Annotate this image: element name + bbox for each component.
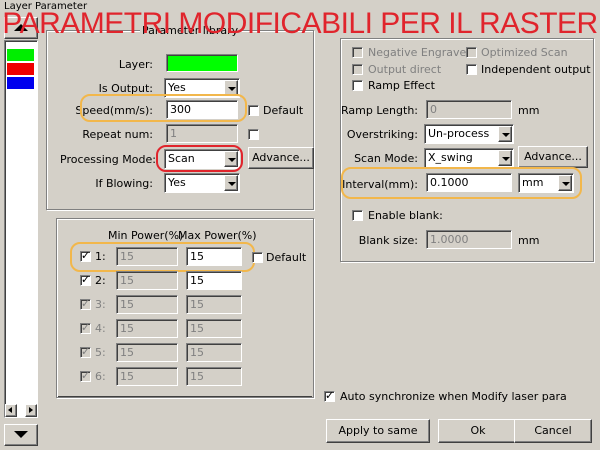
ramp-effect-checkbox[interactable] [352,80,363,91]
min-power-input[interactable]: 15 [116,295,178,314]
interval-highlight [341,167,582,199]
power-row-checkbox[interactable] [80,345,91,358]
speed-default-label: Default [263,104,304,117]
max-power-input[interactable]: 15 [186,367,242,386]
arrow-left-icon [8,407,12,413]
layer-scroll-right[interactable] [25,404,37,417]
blank-size-input[interactable]: 1.0000 [426,230,512,249]
advance-button-right[interactable]: Advance... [518,146,588,168]
min-power-input[interactable]: 15 [116,319,178,338]
blank-size-unit: mm [518,234,540,247]
ramp-length-input[interactable]: 0 [426,100,512,119]
layer-color-box [166,54,238,72]
overstriking-label: Overstriking: [346,128,418,141]
overstriking-select[interactable]: Un-process [424,124,514,144]
power-row-label: 4: [95,322,106,335]
power-default-label: Default [266,251,307,264]
auto-sync-label: Auto synchronize when Modify laser para [340,390,567,403]
scan-mode-select[interactable]: X_swing [424,148,514,168]
min-power-input[interactable]: 15 [116,343,178,362]
if-blowing-select[interactable]: Yes [164,173,240,193]
max-power-input[interactable]: 15 [186,247,242,266]
power-row-label: 2: [95,274,106,287]
max-power-input[interactable]: 15 [186,319,242,338]
speed-default-checkbox[interactable] [248,105,259,116]
ramp-length-unit: mm [518,104,540,117]
min-power-input[interactable]: 15 [116,247,178,266]
power-default-checkbox[interactable] [252,252,263,263]
max-power-input[interactable]: 15 [186,295,242,314]
enable-blank-checkbox[interactable] [352,210,363,221]
power-row-label: 1: [95,250,106,263]
ok-button[interactable]: Ok [438,419,518,443]
layer-label: Layer: [118,58,153,71]
output-direct-checkbox[interactable] [352,64,363,75]
power-row-checkbox[interactable] [80,369,91,382]
output-direct-label: Output direct [368,63,442,76]
dropdown-arrow-icon[interactable] [498,150,512,166]
optimized-scan-checkbox[interactable] [466,47,477,58]
dropdown-arrow-icon[interactable] [224,175,238,191]
independent-output-checkbox[interactable] [466,64,477,75]
layer-swatch-red[interactable] [7,63,34,75]
ramp-effect-label: Ramp Effect [368,79,435,92]
power-row-label: 6: [95,370,106,383]
speed-highlight [80,94,247,122]
if-blowing-label: If Blowing: [95,177,153,190]
processing-mode-label: Processing Mode: [60,153,156,166]
scan-mode-label: Scan Mode: [354,152,418,165]
processing-mode-highlight [156,145,243,172]
power-row-checkbox[interactable] [80,297,91,310]
auto-sync-checkbox[interactable] [324,389,335,402]
repeat-input[interactable]: 1 [166,124,238,143]
scan-mode-value: X_swing [428,151,473,164]
power-row-label: 5: [95,346,106,359]
repeat-label: Repeat num: [82,128,153,141]
layer-swatch-green[interactable] [7,49,34,61]
blank-size-label: Blank size: [358,234,418,247]
power-row-checkbox[interactable] [80,321,91,334]
scroll-down-button[interactable] [4,424,38,446]
arrow-right-icon [29,407,33,413]
layer-swatch-blue[interactable] [7,77,34,89]
overstriking-value: Un-process [428,127,490,140]
ramp-length-label: Ramp Length: [341,104,418,117]
independent-output-label: Independent output [481,63,591,76]
max-power-header: Max Power(%) [178,229,257,242]
advance-button-left[interactable]: Advance... [248,147,314,169]
is-output-value: Yes [168,81,186,94]
layer-list[interactable] [4,40,38,418]
max-power-input[interactable]: 15 [186,343,242,362]
power-separator [58,396,312,397]
power-row-checkbox[interactable] [80,273,91,286]
if-blowing-value: Yes [168,176,186,189]
cancel-button[interactable]: Cancel [514,419,592,443]
overlay-caption: PARAMETRI MODIFICABILI PER IL RASTER [2,7,598,40]
min-power-header: Min Power(%) [108,229,184,242]
max-power-input[interactable]: 15 [186,271,242,290]
power-row-label: 3: [95,298,106,311]
enable-blank-label: Enable blank: [368,209,443,222]
min-power-input[interactable]: 15 [116,271,178,290]
power-row-checkbox[interactable] [80,249,91,262]
chevron-down-icon [14,431,28,438]
apply-to-same-button[interactable]: Apply to same [326,419,430,443]
negative-engrave-checkbox[interactable] [352,47,363,58]
dropdown-arrow-icon[interactable] [498,126,512,142]
layer-scroll-left[interactable] [5,404,17,417]
repeat-checkbox[interactable] [248,129,259,140]
min-power-input[interactable]: 15 [116,367,178,386]
